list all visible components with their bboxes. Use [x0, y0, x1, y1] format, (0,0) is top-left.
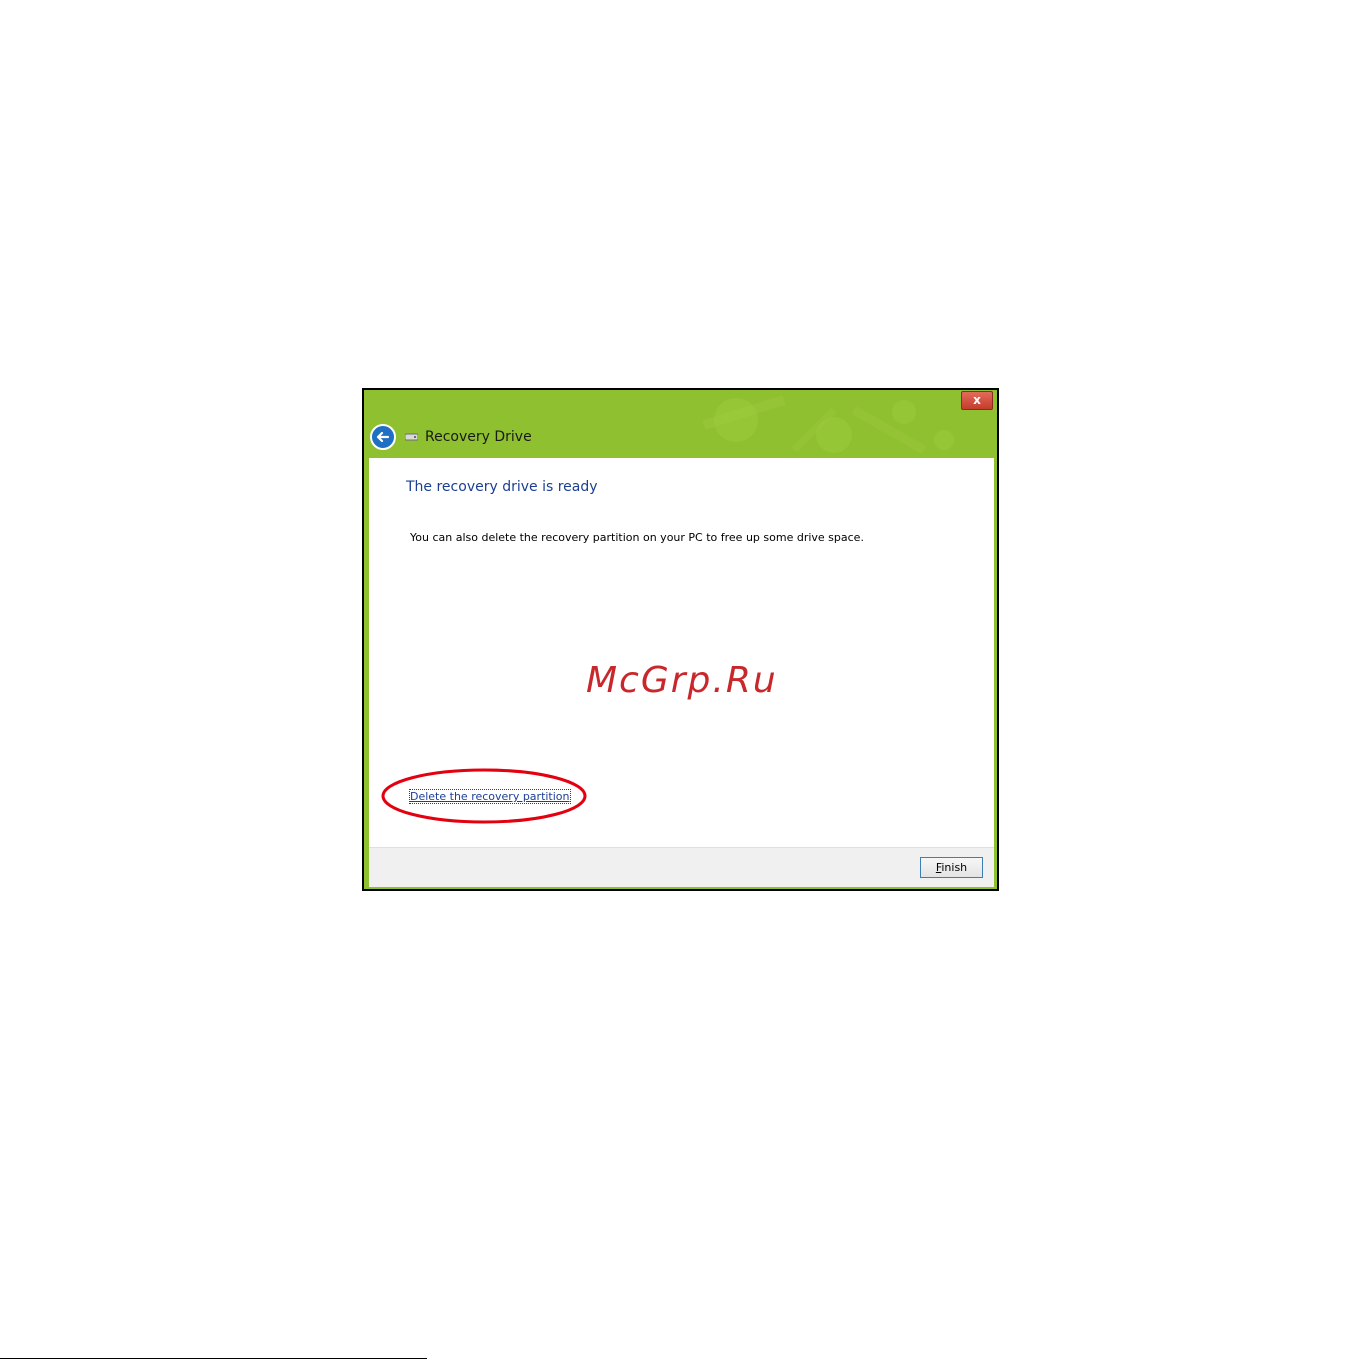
- recovery-drive-window: x Recovery Drive The recovery drive is r…: [362, 388, 999, 891]
- back-arrow-icon: [376, 431, 390, 443]
- window-title: Recovery Drive: [425, 429, 532, 445]
- close-icon: x: [973, 393, 981, 407]
- page-footer-rule: [0, 1358, 427, 1359]
- usb-drive-icon: [405, 433, 418, 441]
- delete-recovery-partition-link[interactable]: Delete the recovery partition: [409, 789, 571, 804]
- description-text: You can also delete the recovery partiti…: [410, 531, 864, 544]
- back-button[interactable]: [370, 424, 396, 450]
- watermark-text: McGrp.Ru: [586, 660, 778, 701]
- footer-bar: Finish: [369, 847, 994, 887]
- content-pane: The recovery drive is ready You can also…: [369, 458, 994, 847]
- title-bar-decoration: [702, 395, 954, 454]
- finish-label: inish: [941, 861, 968, 874]
- finish-button[interactable]: Finish: [920, 857, 983, 878]
- page-heading: The recovery drive is ready: [406, 479, 598, 495]
- title-bar: x Recovery Drive: [364, 390, 997, 458]
- close-button[interactable]: x: [961, 391, 993, 410]
